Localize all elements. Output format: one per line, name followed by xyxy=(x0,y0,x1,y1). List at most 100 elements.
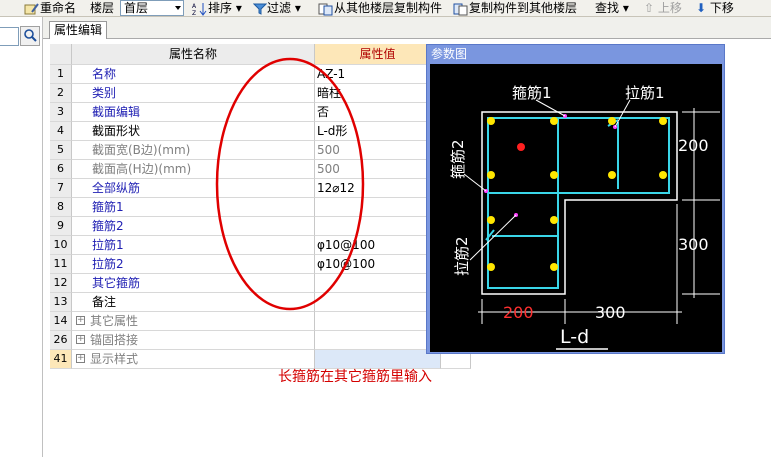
header-name: 属性名称 xyxy=(72,44,315,65)
table-row[interactable]: 26 + 锚固搭接 xyxy=(50,331,471,350)
property-name: 名称 xyxy=(92,67,117,81)
section-diagram: 箍筋1 拉筋1 箍筋2 拉筋2 200 300 200 300 L-d xyxy=(430,64,722,352)
row-number: 8 xyxy=(50,198,72,217)
search-button[interactable] xyxy=(20,26,40,46)
chevron-down-icon: ▾ xyxy=(291,1,301,15)
section-diagram-svg: 箍筋1 拉筋1 箍筋2 拉筋2 200 300 200 300 L-d xyxy=(449,84,720,350)
copy-to-floor-button[interactable]: 复制构件到其他楼层 xyxy=(453,0,577,17)
property-name: 箍筋2 xyxy=(92,219,124,233)
table-row[interactable]: 12 其它箍筋 xyxy=(50,274,471,293)
row-number: 11 xyxy=(50,255,72,274)
property-value[interactable] xyxy=(315,274,441,293)
property-name: 显示样式 xyxy=(90,352,139,366)
floor-label: 楼层 xyxy=(90,1,115,15)
row-number: 10 xyxy=(50,236,72,255)
expand-icon[interactable]: + xyxy=(76,316,85,325)
annotation-note: 长箍筋在其它箍筋里输入 xyxy=(278,369,432,385)
label-tie2: 拉筋2 xyxy=(453,236,471,276)
property-name: 备注 xyxy=(92,295,117,309)
preview-title: 参数图 xyxy=(431,47,468,61)
label-hoop2: 箍筋2 xyxy=(449,139,467,179)
search-input[interactable] xyxy=(0,27,19,46)
property-value[interactable]: 12⌀12 xyxy=(315,179,441,198)
filter-button[interactable]: 过滤 ▾ xyxy=(253,0,301,17)
property-name-cell: 箍筋2 xyxy=(72,217,315,236)
property-value[interactable] xyxy=(315,198,441,217)
table-row[interactable]: 5 截面宽(B边)(mm) 500 xyxy=(50,141,471,160)
row-number: 41 xyxy=(50,350,72,369)
property-name-cell: 截面宽(B边)(mm) xyxy=(72,141,315,160)
table-row[interactable]: 9 箍筋2 xyxy=(50,217,471,236)
property-value[interactable]: φ10@100 xyxy=(315,255,441,274)
copy-from-floor-button[interactable]: 从其他楼层复制构件 xyxy=(318,0,442,17)
sort-button[interactable]: A Z 排序 ▾ xyxy=(192,0,242,17)
center-marker xyxy=(517,143,525,151)
property-value[interactable]: 暗柱 xyxy=(315,84,441,103)
table-row[interactable]: 4 截面形状 L-d形 xyxy=(50,122,471,141)
expand-icon[interactable]: + xyxy=(76,354,85,363)
rename-icon xyxy=(24,2,39,14)
table-row[interactable]: 13 备注 xyxy=(50,293,471,312)
toolbar: 复制 重命名 楼层 首层 AZ排序 ▾ 过滤 ▾ 从其他楼层复制构件 复制构件到… xyxy=(0,0,771,17)
table-row[interactable]: 1 名称 AZ-1 xyxy=(50,65,471,84)
table-row[interactable]: 10 拉筋1 φ10@100 xyxy=(50,236,471,255)
find-button[interactable]: 查找 ▾ xyxy=(595,0,629,17)
property-value[interactable]: 否 xyxy=(315,103,441,122)
property-value[interactable]: φ10@100 xyxy=(315,236,441,255)
property-name: 锚固搭接 xyxy=(90,333,139,347)
dim-300-vertical: 300 xyxy=(678,235,709,254)
property-value[interactable] xyxy=(315,293,441,312)
table-row[interactable]: 6 截面高(H边)(mm) 500 xyxy=(50,160,471,179)
svg-text:Z: Z xyxy=(192,10,196,16)
grid-header: 属性名称 属性值 附加 xyxy=(50,44,471,65)
row-number: 5 xyxy=(50,141,72,160)
table-row[interactable]: 2 类别 暗柱 xyxy=(50,84,471,103)
property-name: 拉筋1 xyxy=(92,238,124,252)
copy-to-floor-icon xyxy=(453,3,468,15)
property-value[interactable]: 500 xyxy=(315,160,441,179)
property-name-cell: 备注 xyxy=(72,293,315,312)
property-value[interactable] xyxy=(315,217,441,236)
property-value[interactable]: AZ-1 xyxy=(315,65,441,84)
table-row[interactable]: 8 箍筋1 xyxy=(50,198,471,217)
sort-label: 排序 xyxy=(208,1,233,15)
leader-dots xyxy=(484,114,617,217)
tab-property-edit[interactable]: 属性编辑 xyxy=(49,21,108,39)
shape-label: L-d xyxy=(560,326,589,348)
floor-select[interactable]: 首层 xyxy=(120,0,184,16)
property-value[interactable] xyxy=(315,331,441,350)
property-name-cell: + 锚固搭接 xyxy=(72,331,315,350)
move-down-button[interactable]: ⬇ 下移 xyxy=(696,0,734,17)
property-name-cell: 截面高(H边)(mm) xyxy=(72,160,315,179)
table-row[interactable]: 3 截面编辑 否 xyxy=(50,103,471,122)
expand-icon[interactable]: + xyxy=(76,335,85,344)
row-number: 12 xyxy=(50,274,72,293)
table-row[interactable]: 14 + 其它属性 xyxy=(50,312,471,331)
property-name: 截面编辑 xyxy=(92,105,141,119)
header-rownum xyxy=(50,44,72,65)
chevron-down-icon xyxy=(175,6,181,10)
property-name: 类别 xyxy=(92,86,117,100)
property-name-cell: 截面编辑 xyxy=(72,103,315,122)
row-number: 13 xyxy=(50,293,72,312)
property-name: 拉筋2 xyxy=(92,257,124,271)
chevron-down-icon: ▾ xyxy=(619,1,629,15)
column-outline xyxy=(481,111,678,295)
property-name: 其它箍筋 xyxy=(92,276,141,290)
property-name: 截面形状 xyxy=(92,124,141,138)
property-value[interactable]: 500 xyxy=(315,141,441,160)
rename-label: 重命名 xyxy=(40,1,77,15)
property-value[interactable]: L-d形 xyxy=(315,122,441,141)
table-row[interactable]: 11 拉筋2 φ10@100 xyxy=(50,255,471,274)
move-up-button[interactable]: ⇧ 上移 xyxy=(644,0,682,17)
property-name-cell: 截面形状 xyxy=(72,122,315,141)
property-name-cell: 拉筋1 xyxy=(72,236,315,255)
rename-button[interactable]: 重命名 xyxy=(24,0,76,17)
svg-text:A: A xyxy=(192,3,197,10)
move-up-label: 上移 xyxy=(657,1,682,15)
left-panel xyxy=(0,17,43,457)
property-value[interactable] xyxy=(315,312,441,331)
property-name-cell: 其它箍筋 xyxy=(72,274,315,293)
property-name-cell: 拉筋2 xyxy=(72,255,315,274)
table-row[interactable]: 7 全部纵筋 12⌀12 xyxy=(50,179,471,198)
